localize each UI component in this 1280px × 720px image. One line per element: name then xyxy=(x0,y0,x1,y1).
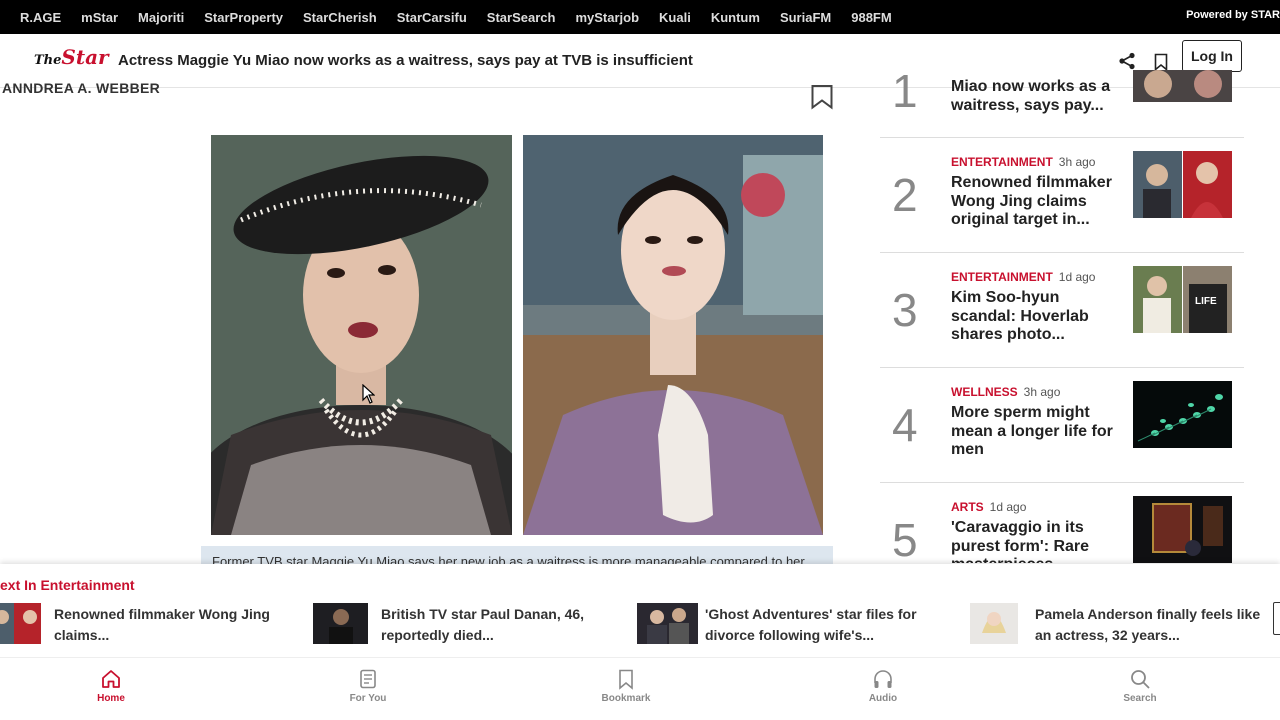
network-link-starcherish[interactable]: StarCherish xyxy=(303,10,377,25)
popular-rank: 4 xyxy=(892,399,918,451)
mouse-cursor-icon xyxy=(362,384,375,404)
bookmark-icon xyxy=(619,669,633,690)
network-link-mstar[interactable]: mStar xyxy=(81,10,118,25)
article-author[interactable]: ANNDREA A. WEBBER xyxy=(2,80,160,96)
nav-search-label: Search xyxy=(1123,693,1157,704)
powered-by-label: Powered by STAR xyxy=(1186,9,1280,21)
network-link-rage[interactable]: R.AGE xyxy=(20,10,61,25)
popular-time: 1d ago xyxy=(1058,270,1096,284)
nav-audio[interactable]: Audio xyxy=(843,668,923,704)
popular-title[interactable]: More sperm might mean a longer life for … xyxy=(951,404,1121,460)
network-link-starproperty[interactable]: StarProperty xyxy=(204,10,283,25)
popular-time: 3h ago xyxy=(1058,155,1096,169)
popular-title[interactable]: Kim Soo-hyun scandal: Hoverlab shares ph… xyxy=(951,289,1121,345)
popular-thumb[interactable] xyxy=(1133,381,1232,448)
popular-title[interactable]: 'Caravaggio in its purest form': Rare ma… xyxy=(951,519,1121,563)
popular-title[interactable]: Renowned filmmaker Wong Jing claims orig… xyxy=(951,174,1121,230)
popular-item[interactable]: 1 Miao now works as a waitress, says pay… xyxy=(880,65,1244,138)
popular-category: ENTERTAINMENT 3h ago xyxy=(951,155,1096,169)
article-photo-left xyxy=(211,135,512,535)
popular-thumb[interactable] xyxy=(1133,70,1232,102)
the-star-logo[interactable]: TheStar xyxy=(34,45,109,69)
popular-thumb[interactable] xyxy=(1133,151,1232,218)
popular-item[interactable]: 4 WELLNESS 3h ago More sperm might mean a… xyxy=(880,368,1244,483)
headphones-icon xyxy=(874,670,892,688)
popular-rank: 3 xyxy=(892,284,918,336)
nav-bookmark-label: Bookmark xyxy=(601,693,651,704)
popular-category: ARTS 1d ago xyxy=(951,500,1027,514)
network-link-starsearch[interactable]: StarSearch xyxy=(487,10,556,25)
article-photo-right xyxy=(523,135,823,535)
bookmark-icon[interactable] xyxy=(1154,53,1168,71)
next-item-title[interactable]: Pamela Anderson finally feels like an ac… xyxy=(1035,604,1265,646)
next-item-thumb[interactable] xyxy=(313,603,368,644)
popular-rank: 1 xyxy=(892,65,918,117)
nav-for-you-label: For You xyxy=(349,693,387,704)
nav-audio-label: Audio xyxy=(868,693,898,704)
popular-item[interactable]: 2 ENTERTAINMENT 3h ago Renowned filmmaker… xyxy=(880,138,1244,253)
network-link-mystarjob[interactable]: myStarjob xyxy=(575,10,639,25)
popular-item[interactable]: 5 ARTS 1d ago 'Caravaggio in its purest f… xyxy=(880,483,1244,566)
network-link-starcarsifu[interactable]: StarCarsifu xyxy=(397,10,467,25)
next-item-title[interactable]: 'Ghost Adventures' star files for divorc… xyxy=(705,604,935,646)
next-item-thumb[interactable] xyxy=(637,603,698,644)
next-item[interactable]: 'Ghost Adventures' star files for divorc… xyxy=(637,603,937,645)
nav-bookmark[interactable]: Bookmark xyxy=(586,668,666,704)
network-link-kuali[interactable]: Kuali xyxy=(659,10,691,25)
photo-caption: Former TVB star Maggie Yu Miao says her … xyxy=(201,546,833,566)
popular-thumb[interactable] xyxy=(1133,496,1232,563)
article-headline: Actress Maggie Yu Miao now works as a wa… xyxy=(118,52,693,69)
login-button[interactable]: Log In xyxy=(1182,40,1242,72)
popular-time: 1d ago xyxy=(989,500,1027,514)
bottom-navigation: Home For You Bookmark Audio Search xyxy=(0,657,1280,720)
next-item-title[interactable]: Renowned filmmaker Wong Jing claims... xyxy=(54,604,284,646)
network-link-suriafm[interactable]: SuriaFM xyxy=(780,10,831,25)
share-icon[interactable] xyxy=(1118,52,1136,70)
top-network-bar: R.AGE mStar Majoriti StarProperty StarCh… xyxy=(0,0,1280,34)
network-link-majoriti[interactable]: Majoriti xyxy=(138,10,184,25)
network-links: R.AGE mStar Majoriti StarProperty StarCh… xyxy=(0,10,892,25)
nav-home-label: Home xyxy=(97,693,125,704)
next-item[interactable]: British TV star Paul Danan, 46, reported… xyxy=(313,603,613,645)
next-item[interactable]: Renowned filmmaker Wong Jing claims... xyxy=(0,603,286,645)
for-you-icon xyxy=(360,669,376,689)
popular-time: 3h ago xyxy=(1023,385,1061,399)
nav-for-you[interactable]: For You xyxy=(328,668,408,704)
popular-thumb[interactable]: LIFE xyxy=(1133,266,1232,333)
article-bookmark-icon[interactable] xyxy=(810,84,834,110)
next-section-label: ext In Entertainment xyxy=(0,577,135,593)
next-scroll-arrow[interactable] xyxy=(1273,602,1280,635)
next-item-thumb[interactable] xyxy=(970,603,1018,644)
next-item[interactable]: Pamela Anderson finally feels like an ac… xyxy=(970,603,1270,645)
popular-rank: 2 xyxy=(892,169,918,221)
popular-rank: 5 xyxy=(892,514,918,566)
popular-category: ENTERTAINMENT 1d ago xyxy=(951,270,1096,284)
next-item-title[interactable]: British TV star Paul Danan, 46, reported… xyxy=(381,604,611,646)
network-link-kuntum[interactable]: Kuntum xyxy=(711,10,760,25)
popular-title[interactable]: Miao now works as a waitress, says pay..… xyxy=(951,78,1121,115)
svg-text:LIFE: LIFE xyxy=(1195,296,1217,307)
home-icon xyxy=(102,670,120,688)
next-in-entertainment-bar: ext In Entertainment Renowned filmmaker … xyxy=(0,564,1280,657)
search-icon xyxy=(1131,670,1150,689)
nav-search[interactable]: Search xyxy=(1100,668,1180,704)
popular-item[interactable]: 3 ENTERTAINMENT 1d ago Kim Soo-hyun scand… xyxy=(880,253,1244,368)
network-link-988fm[interactable]: 988FM xyxy=(851,10,891,25)
next-item-thumb[interactable] xyxy=(0,603,41,644)
popular-category: WELLNESS 3h ago xyxy=(951,385,1061,399)
nav-home[interactable]: Home xyxy=(71,668,151,704)
